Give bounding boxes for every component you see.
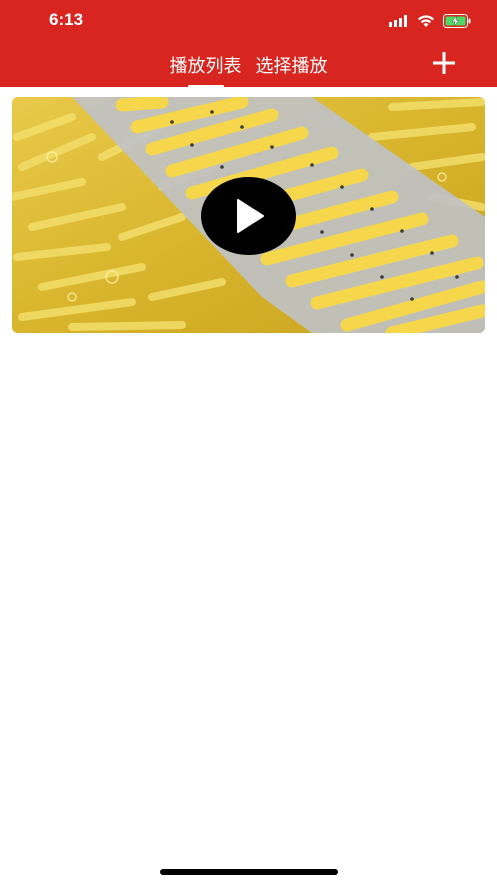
add-button[interactable] xyxy=(431,50,457,76)
plus-icon xyxy=(433,52,455,74)
header-bar: 6:13 播放列表 选择播放 xyxy=(0,0,497,88)
play-button[interactable] xyxy=(201,177,296,255)
video-list-item[interactable] xyxy=(12,97,485,333)
status-icons xyxy=(389,14,471,28)
battery-charging-icon xyxy=(443,14,471,28)
tab-select-play[interactable]: 选择播放 xyxy=(254,52,330,82)
tab-bar: 播放列表 选择播放 xyxy=(0,52,497,88)
home-indicator[interactable] xyxy=(160,869,338,875)
wifi-icon xyxy=(418,14,434,27)
cellular-signal-icon xyxy=(389,15,407,27)
play-icon xyxy=(236,199,264,233)
status-time: 6:13 xyxy=(49,10,84,29)
tab-playlist[interactable]: 播放列表 xyxy=(168,52,244,88)
